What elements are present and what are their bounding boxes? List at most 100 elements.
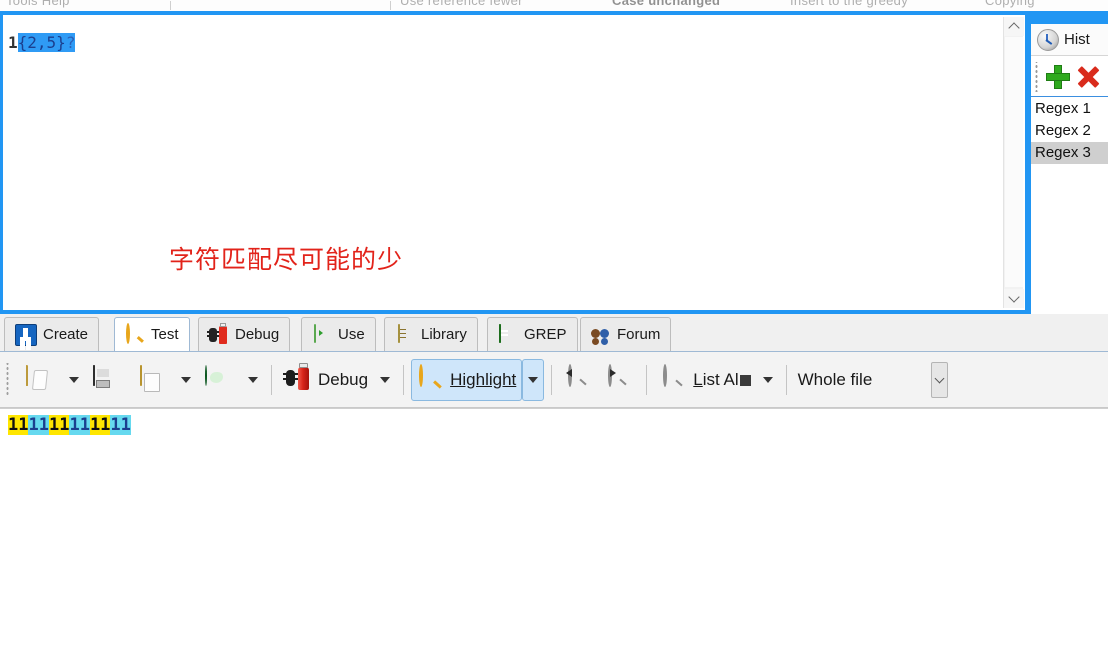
history-panel: Hist Regex 1 Regex 2 Regex 3 [1029,24,1108,323]
debug-icon [283,362,313,394]
regex-editor-frame: 1{2,5}? 字符匹配尽可能的少 Hist Regex 1 Regex 2 R… [0,11,1108,323]
use-icon [312,323,332,345]
paste-button[interactable] [130,359,175,401]
toolbar-divider [646,364,648,395]
tab-label: Create [43,326,89,343]
regexbuddy-window: Tools Help Use reference fewer Case unch… [0,0,1108,666]
tab-test[interactable]: Test [114,317,190,351]
tab-create[interactable]: Create [4,317,100,351]
toolbar-divider [271,364,272,395]
list-item[interactable]: Regex 3 [1031,142,1108,164]
scroll-up-icon[interactable] [1004,17,1024,36]
toolbar-divider [403,364,405,395]
main-tabstrip: Create Test Debug Use Library GREP Forum [0,314,1108,352]
scope-label: Whole file [797,369,873,389]
toolbar-divider [551,364,553,395]
top-strip-ghost-5: Copying [985,0,1035,8]
toolbar-divider [785,364,787,395]
match-segment: 11 [28,415,49,435]
clipboard-paste-icon [136,364,164,394]
highlight-label: Highlight [450,369,517,389]
top-strip-divider [390,1,391,10]
debug-icon [207,322,229,345]
clock-icon [1037,28,1059,51]
open-dropdown-button[interactable] [63,359,85,401]
debug-label: Debug [318,369,369,389]
find-next-button[interactable] [599,359,639,401]
search-back-icon [565,363,593,394]
tab-label: Library [421,326,467,343]
match-segment: 11 [48,415,70,435]
tab-label: Debug [235,326,280,343]
tab-library[interactable]: Library [384,317,478,351]
match-segment: 11 [110,415,131,435]
history-list[interactable]: Regex 1 Regex 2 Regex 3 [1031,98,1108,323]
match-result-line[interactable]: 111111111111 [8,415,131,435]
regex-editor-pane[interactable]: 1{2,5}? 字符匹配尽可能的少 [3,15,1025,310]
regex-code-area[interactable]: 1{2,5}? 字符匹配尽可能的少 [4,16,1002,309]
toolbar-grip-handle[interactable] [1033,61,1042,92]
highlight-button[interactable]: Highlight [411,358,523,401]
search-forward-icon [605,363,633,394]
chevron-down-icon [69,376,79,383]
save-disk-icon [91,364,119,394]
test-toolbar: Debug Highlight List Al Whole file [0,352,1108,408]
web-fetch-button[interactable] [197,359,242,401]
match-segment: 11 [89,415,111,435]
search-icon [660,363,688,394]
regex-pattern-selection[interactable]: {2,5} [17,33,66,52]
magnifier-icon [125,322,145,345]
match-segment: 11 [8,415,29,435]
create-icon [15,323,37,346]
magnifier-icon [417,363,445,394]
line-number: 1 [8,33,18,52]
save-button[interactable] [85,359,130,401]
match-segment: 11 [69,415,90,435]
clipped-top-strip: Tools Help Use reference fewer Case unch… [0,0,1108,11]
chevron-down-icon [762,376,773,383]
tab-forum[interactable]: Forum [580,317,672,351]
test-subject-pane[interactable]: 111111111111 [0,408,1108,666]
history-toolbar [1031,57,1108,97]
regex-line[interactable]: 1{2,5}? [8,33,76,52]
list-all-caret-box [739,374,751,386]
list-item[interactable]: Regex 2 [1031,120,1108,142]
list-all-button[interactable]: List Al [654,359,756,401]
chevron-down-icon [380,376,391,383]
tab-use[interactable]: Use [301,317,376,351]
toolbar-grip-handle[interactable] [4,362,13,397]
top-strip-divider [170,1,171,10]
chevron-down-icon [248,376,258,383]
history-header: Hist [1031,24,1108,56]
list-item[interactable]: Regex 1 [1031,98,1108,120]
highlight-dropdown-button[interactable] [522,358,545,401]
scrollbar-thumb[interactable] [1005,37,1023,287]
debug-dropdown-button[interactable] [374,359,396,401]
toolbar-overflow-button[interactable] [931,361,949,398]
editor-vertical-scrollbar[interactable] [1003,17,1024,308]
tab-debug[interactable]: Debug [198,317,291,351]
library-icon [395,323,415,345]
debug-button[interactable]: Debug [279,359,374,401]
tab-label: Use [338,326,365,343]
list-all-dropdown-button[interactable] [757,359,779,401]
globe-icon [203,364,231,394]
scroll-down-icon[interactable] [1004,289,1024,308]
chevron-down-icon [181,376,191,383]
tab-label: Test [151,326,179,343]
delete-regex-icon[interactable] [1075,64,1101,90]
find-previous-button[interactable] [559,359,599,401]
regex-lazy-quantifier[interactable]: ? [65,33,76,52]
forum-icon [591,325,611,345]
add-regex-icon[interactable] [1045,64,1071,90]
list-all-label: List Al [693,370,751,390]
web-fetch-dropdown-button[interactable] [242,359,264,401]
open-file-button[interactable] [18,359,63,401]
tab-grep[interactable]: GREP [487,317,578,351]
grep-icon [498,323,518,345]
paste-dropdown-button[interactable] [175,359,197,401]
folder-open-icon [24,364,52,394]
chevron-down-icon [528,376,539,383]
tab-label: Forum [617,326,661,343]
history-title: Hist [1064,31,1090,48]
